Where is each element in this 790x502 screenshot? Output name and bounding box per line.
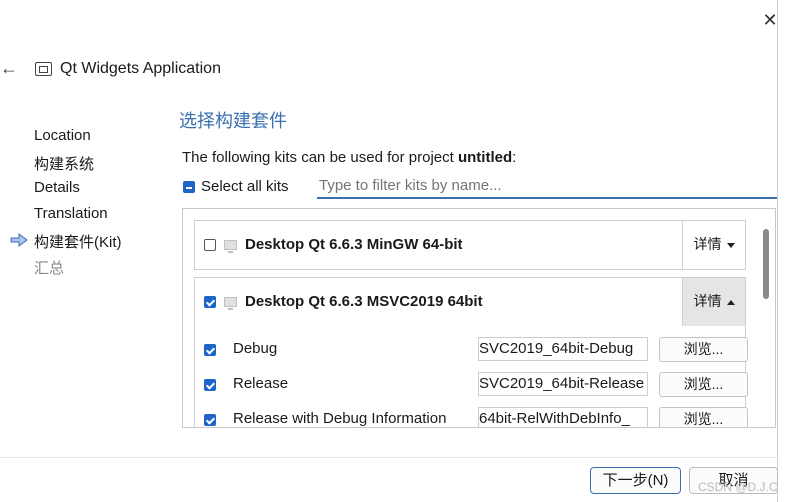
select-all-checkbox[interactable]	[183, 181, 195, 193]
kit-checkbox[interactable]	[204, 239, 216, 251]
sidebar-item-build-system: 构建系统	[34, 156, 95, 173]
debug-checkbox[interactable]	[204, 344, 216, 356]
description-prefix: The following kits can be used for proje…	[182, 149, 458, 166]
debug-build-path-field[interactable]: SVC2019_64bit-Debug	[478, 337, 648, 361]
kit-list: Desktop Qt 6.6.3 MinGW 64-bit 详情 Desktop…	[182, 208, 776, 428]
sidebar-item-kits: 构建套件(Kit)	[34, 234, 122, 251]
current-step-arrow-icon	[10, 233, 28, 247]
release-checkbox[interactable]	[204, 379, 216, 391]
desktop-monitor-icon	[224, 297, 237, 310]
release-label: Release	[233, 375, 289, 392]
sidebar-item-details: Details	[34, 179, 80, 196]
footer-divider	[0, 457, 778, 458]
kit-list-scrollbar[interactable]	[763, 229, 769, 299]
details-label: 详情	[693, 293, 722, 309]
kit-header: Desktop Qt 6.6.3 MSVC2019 64bit 详情	[195, 278, 745, 326]
page-heading: 选择构建套件	[179, 111, 287, 132]
kit-checkbox[interactable]	[204, 296, 216, 308]
kit-details-toggle[interactable]: 详情	[682, 221, 745, 269]
sidebar-item-summary: 汇总	[34, 260, 65, 277]
application-window-icon	[35, 62, 52, 76]
select-all-label[interactable]: Select all kits	[201, 178, 289, 195]
kit-name: Desktop Qt 6.6.3 MSVC2019 64bit	[245, 293, 483, 310]
kit-item-mingw: Desktop Qt 6.6.3 MinGW 64-bit 详情	[194, 220, 746, 270]
watermark: CSDN @D.J.C	[698, 480, 778, 494]
debug-browse-button[interactable]: 浏览...	[659, 337, 748, 362]
desktop-monitor-icon	[224, 240, 237, 253]
kit-name: Desktop Qt 6.6.3 MinGW 64-bit	[245, 236, 463, 253]
sidebar-item-location: Location	[34, 127, 91, 144]
kit-item-msvc2019: Desktop Qt 6.6.3 MSVC2019 64bit 详情 Debug…	[194, 277, 748, 427]
relwithdebinfo-browse-button[interactable]: 浏览...	[659, 407, 748, 427]
release-build-path-text: SVC2019_64bit-Release	[479, 375, 645, 392]
release-browse-button[interactable]: 浏览...	[659, 372, 748, 397]
kit-filter-input[interactable]	[317, 175, 777, 199]
next-button[interactable]: 下一步(N)	[590, 467, 681, 494]
kit-details-toggle[interactable]: 详情	[682, 278, 745, 326]
relwithdebinfo-build-path-text: _64bit-RelWithDebInfo	[479, 410, 630, 427]
chevron-down-icon	[726, 242, 735, 248]
back-arrow-icon[interactable]: ←	[0, 58, 18, 78]
details-label: 详情	[693, 236, 722, 252]
sidebar-item-translation: Translation	[34, 205, 108, 222]
project-name: untitled	[457, 149, 513, 166]
relwithdebinfo-build-path-field[interactable]: _64bit-RelWithDebInfo	[478, 407, 648, 427]
release-build-path-field[interactable]: SVC2019_64bit-Release	[478, 372, 648, 396]
debug-label: Debug	[233, 340, 278, 357]
wizard-dialog: ✕ ← Qt Widgets Application Location 构建系统…	[0, 0, 778, 502]
debug-build-path-text: SVC2019_64bit-Debug	[479, 340, 634, 357]
chevron-up-icon	[726, 299, 735, 305]
close-icon[interactable]: ✕	[760, 10, 780, 30]
wizard-title: Qt Widgets Application	[60, 60, 221, 77]
relwithdebinfo-label: Release with Debug Information	[233, 410, 447, 427]
description-suffix: :	[512, 149, 517, 166]
relwithdebinfo-checkbox[interactable]	[204, 414, 216, 426]
page-description: The following kits can be used for proje…	[182, 149, 516, 166]
